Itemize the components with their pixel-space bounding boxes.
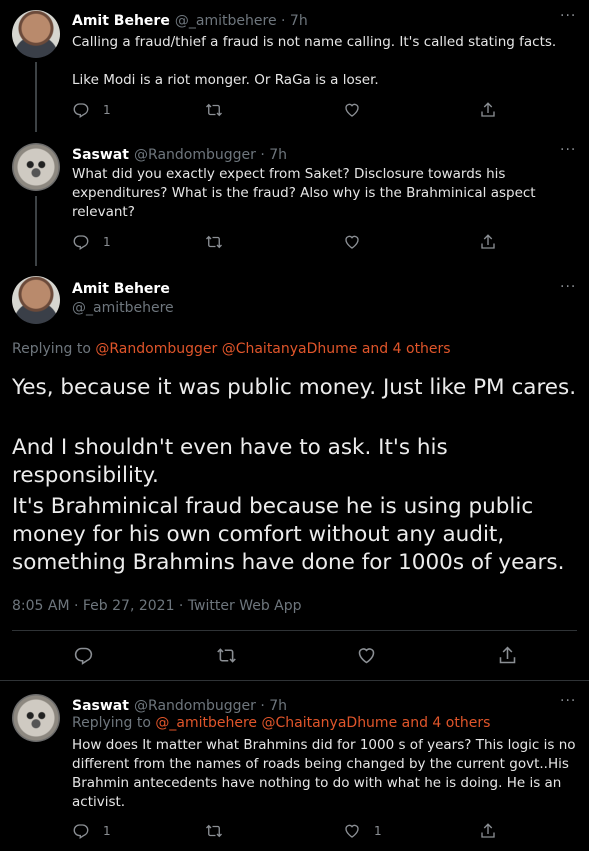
- share-icon: [479, 822, 497, 840]
- author-handle[interactable]: @_amitbehere · 7h: [175, 13, 308, 29]
- retweet-button[interactable]: [205, 822, 223, 840]
- share-button[interactable]: [479, 822, 497, 840]
- share-button[interactable]: [479, 101, 497, 119]
- tweet-text: How does It matter what Brahmins did for…: [72, 737, 576, 810]
- thread-line: [35, 196, 37, 266]
- tweet-1[interactable]: Amit Behere @_amitbehere · 7h ··· Callin…: [0, 0, 589, 132]
- more-icon[interactable]: ···: [560, 279, 576, 295]
- retweet-icon: [205, 233, 223, 251]
- retweet-button[interactable]: [205, 233, 223, 251]
- share-icon: [479, 233, 497, 251]
- replying-mentions[interactable]: @Randombugger @ChaitanyaDhume and 4 othe…: [95, 341, 450, 357]
- replying-to: Replying to @Randombugger @ChaitanyaDhum…: [12, 341, 451, 357]
- retweet-button[interactable]: [205, 101, 223, 119]
- like-button[interactable]: [356, 645, 377, 666]
- reply-button[interactable]: 1: [72, 822, 111, 840]
- thread-line: [35, 62, 37, 132]
- tweet-text-line-2: Like Modi is a riot monger. Or RaGa is a…: [72, 72, 379, 88]
- main-tweet: Amit Behere @_amitbehere ··· Replying to…: [0, 262, 589, 680]
- like-count: 1: [374, 824, 382, 838]
- more-icon[interactable]: ···: [560, 142, 576, 158]
- like-button[interactable]: 1: [343, 822, 382, 840]
- author-handle[interactable]: @_amitbehere: [72, 300, 174, 316]
- reply-icon: [72, 233, 90, 251]
- reply-icon: [72, 822, 90, 840]
- like-button[interactable]: [343, 101, 361, 119]
- like-icon: [356, 645, 377, 666]
- replying-label: Replying to: [12, 341, 91, 357]
- replying-label: Replying to: [72, 715, 151, 731]
- reply-count: 1: [103, 824, 111, 838]
- retweet-icon: [205, 822, 223, 840]
- replying-to: Replying to @_amitbehere @ChaitanyaDhume…: [72, 715, 490, 731]
- author-handle[interactable]: @Randombugger · 7h: [134, 698, 287, 714]
- share-button[interactable]: [479, 233, 497, 251]
- like-icon: [343, 233, 361, 251]
- reply-count: 1: [103, 235, 111, 249]
- retweet-icon: [205, 101, 223, 119]
- tweet-4[interactable]: Saswat @Randombugger · 7h ··· Replying t…: [0, 681, 589, 851]
- author-name[interactable]: Saswat: [72, 698, 129, 714]
- avatar[interactable]: [12, 10, 60, 58]
- tweet-para-1: Yes, because it was public money. Just l…: [12, 375, 577, 400]
- reply-button[interactable]: 1: [72, 233, 111, 251]
- tweet-2[interactable]: Saswat @Randombugger · 7h ··· What did y…: [0, 130, 589, 266]
- retweet-icon: [216, 645, 237, 666]
- reply-button[interactable]: [73, 645, 94, 666]
- avatar[interactable]: [12, 694, 60, 742]
- reply-button[interactable]: 1: [72, 101, 111, 119]
- reply-icon: [73, 645, 94, 666]
- divider: [12, 630, 577, 631]
- author-name[interactable]: Amit Behere: [72, 281, 170, 297]
- reply-count: 1: [103, 103, 111, 117]
- tweet-timestamp[interactable]: 8:05 AM · Feb 27, 2021 · Twitter Web App: [12, 598, 302, 614]
- author-name[interactable]: Saswat: [72, 147, 129, 163]
- like-icon: [343, 822, 361, 840]
- retweet-button[interactable]: [216, 645, 237, 666]
- tweet-para-3: It's Brahminical fraud because he is usi…: [12, 494, 565, 575]
- like-button[interactable]: [343, 233, 361, 251]
- avatar[interactable]: [12, 276, 60, 324]
- more-icon[interactable]: ···: [560, 8, 576, 24]
- tweet-text: What did you exactly expect from Saket? …: [72, 166, 536, 220]
- more-icon[interactable]: ···: [560, 693, 576, 709]
- author-name[interactable]: Amit Behere: [72, 13, 170, 29]
- like-icon: [343, 101, 361, 119]
- share-icon: [479, 101, 497, 119]
- replying-mentions[interactable]: @_amitbehere @ChaitanyaDhume and 4 other…: [155, 715, 490, 731]
- tweet-text-line-1: Calling a fraud/thief a fraud is not nam…: [72, 34, 557, 50]
- author-handle[interactable]: @Randombugger · 7h: [134, 147, 287, 163]
- avatar[interactable]: [12, 143, 60, 191]
- tweet-para-2: And I shouldn't even have to ask. It's h…: [12, 435, 448, 488]
- reply-icon: [72, 101, 90, 119]
- share-button[interactable]: [497, 645, 518, 666]
- share-icon: [497, 645, 518, 666]
